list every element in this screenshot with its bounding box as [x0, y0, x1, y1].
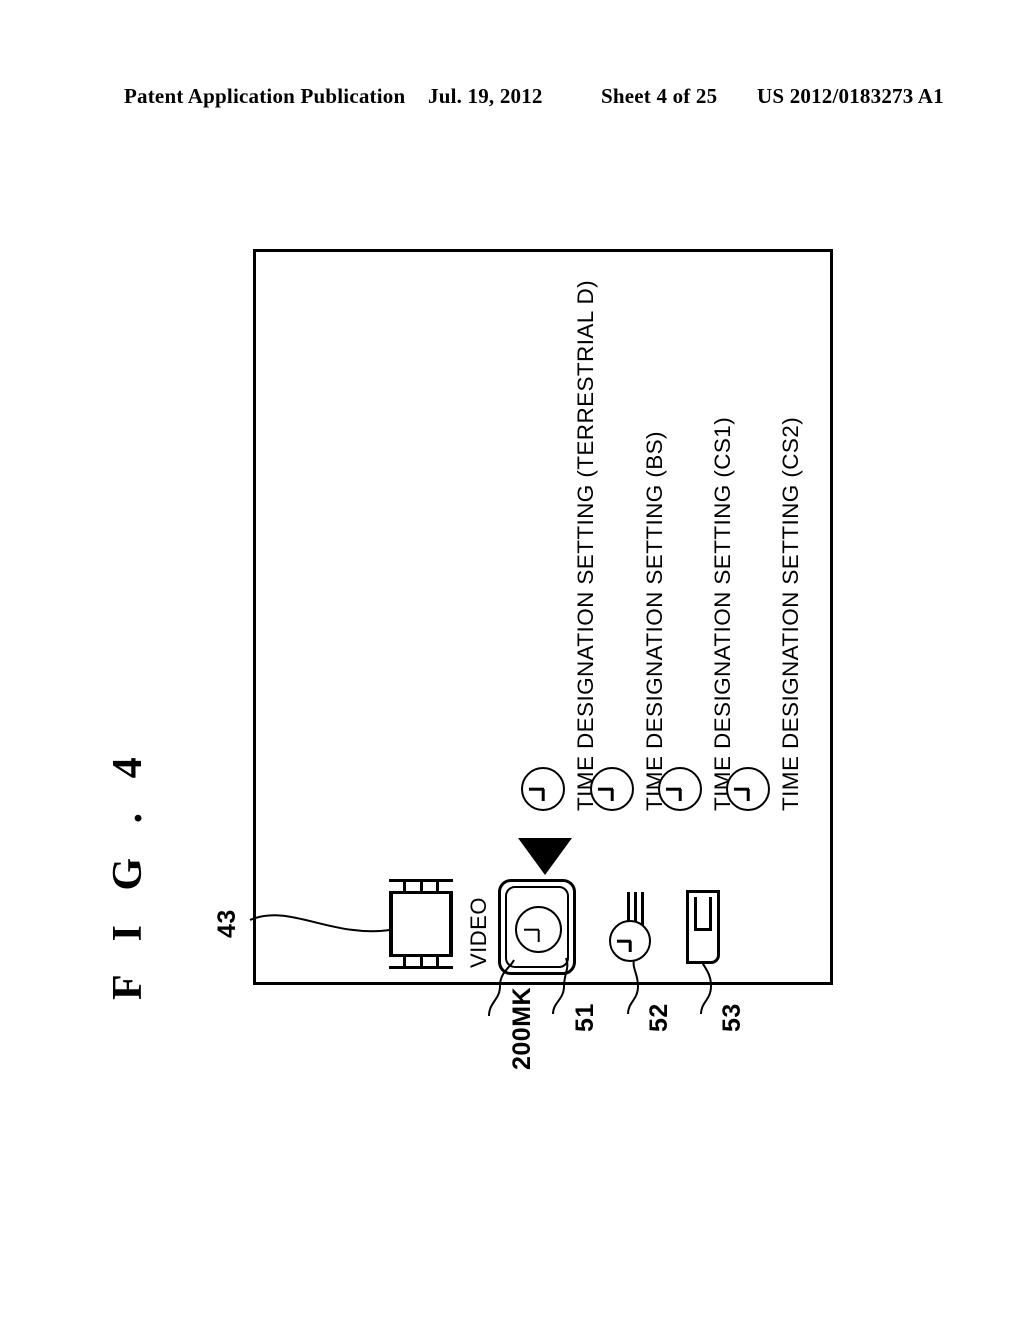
card-slot	[694, 897, 712, 931]
reference-numeral-43: 43	[213, 909, 241, 938]
film-perforations-bottom	[389, 954, 453, 969]
clock-icon	[590, 767, 634, 811]
header-sheet: Sheet 4 of 25	[601, 84, 718, 108]
reference-numeral-52: 52	[645, 1003, 673, 1032]
film-perforations-top	[389, 879, 453, 894]
clock-icon	[726, 767, 770, 811]
header-date: Jul. 19, 2012	[428, 84, 543, 108]
menu-item-label: TIME DESIGNATION SETTING (CS2)	[778, 416, 803, 811]
reference-numeral-53: 53	[718, 1003, 746, 1032]
menu-item-bs[interactable]: TIME DESIGNATION SETTING (BS)	[590, 431, 667, 823]
video-label: VIDEO	[466, 897, 491, 968]
reference-numeral-200mk: 200MK	[508, 986, 536, 1070]
antenna-clock-icon[interactable]	[607, 892, 659, 964]
reference-numeral-51: 51	[571, 1003, 599, 1032]
menu-item-label: TIME DESIGNATION SETTING (BS)	[642, 431, 667, 811]
cursor-triangle-icon	[518, 838, 572, 875]
clock-icon	[521, 767, 565, 811]
header-patent-number: US 2012/0183273 A1	[757, 84, 944, 108]
patent-header: Patent Application Publication Jul. 19, …	[0, 84, 1024, 118]
menu-item-label: TIME DESIGNATION SETTING (TERRESTRIAL D)	[573, 279, 598, 811]
clock-icon	[658, 767, 702, 811]
menu-item-cs2[interactable]: TIME DESIGNATION SETTING (CS2)	[726, 417, 803, 823]
menu-item-label: TIME DESIGNATION SETTING (CS1)	[710, 416, 735, 811]
figure-label: F I G . 4	[105, 745, 151, 1000]
menu-item-terrestrial-d[interactable]: TIME DESIGNATION SETTING (TERRESTRIAL D)	[521, 280, 598, 823]
header-publication: Patent Application Publication	[124, 84, 406, 108]
card-icon[interactable]	[686, 890, 720, 964]
selected-item-frame[interactable]	[498, 879, 576, 975]
video-filmstrip-icon[interactable]	[389, 879, 453, 969]
clock-icon	[609, 920, 651, 962]
clock-icon	[515, 906, 562, 953]
menu-item-cs1[interactable]: TIME DESIGNATION SETTING (CS1)	[658, 417, 735, 823]
